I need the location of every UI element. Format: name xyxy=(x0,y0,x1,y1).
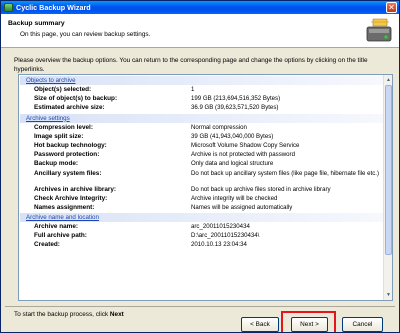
row-label: Created: xyxy=(34,241,60,249)
row-value: Only data and logical structure xyxy=(191,160,274,168)
summary-row: Compression level: Normal compression xyxy=(19,123,384,132)
row-label: Object(s) selected: xyxy=(34,86,92,93)
footer-text-prefix: To start the backup process, click xyxy=(14,311,110,318)
row-value: 1 xyxy=(191,86,195,93)
row-value: 36.9 GB (39,623,571,520 Bytes) xyxy=(191,104,279,112)
intro-text: Please overview the backup options. You … xyxy=(14,57,368,73)
row-label: Full archive path: xyxy=(34,232,87,240)
wizard-header: Backup summary On this page, you can rev… xyxy=(1,14,399,48)
row-label: Estimated archive size: xyxy=(34,104,105,112)
scroll-down-icon[interactable]: ▼ xyxy=(385,291,392,299)
backup-drive-icon xyxy=(366,18,392,42)
summary-row: Names assignment: Names will be assigned … xyxy=(19,203,384,212)
app-icon xyxy=(4,3,13,12)
row-value: 2010.10.13 23:04:34 xyxy=(191,241,247,249)
summary-list[interactable]: Objects to archive Object(s) selected: 1 Si… xyxy=(18,74,393,301)
summary-row: Check Archive Integrity: Archive integrit… xyxy=(19,194,384,203)
row-value: Names will be assigned automatically xyxy=(191,203,293,211)
section-title[interactable]: Archive settings xyxy=(26,115,70,122)
summary-row: Archive name: arc_20011015230434 xyxy=(19,222,384,231)
row-label: Compression level: xyxy=(34,123,93,131)
window-title: Cyclic Backup Wizard xyxy=(16,3,91,12)
summary-content: Objects to archive Object(s) selected: 1 Si… xyxy=(19,75,384,250)
row-label: Archives in archive library: xyxy=(34,185,117,193)
summary-row: Full archive path: D:\arc_20011015230434\ xyxy=(19,231,384,240)
page-subtitle: On this page, you can review backup sett… xyxy=(20,31,151,38)
summary-row: Size of object(s) to backup: 199 GB (213,… xyxy=(19,94,384,103)
wizard-window: Cyclic Backup Wizard ✕ Backup summary On… xyxy=(0,0,400,333)
next-button-highlight xyxy=(281,311,336,332)
row-value: Normal compression xyxy=(191,123,247,131)
row-value: arc_20011015230434 xyxy=(191,223,250,231)
summary-row: Archives in archive library: Do not back … xyxy=(19,185,384,194)
summary-row: Backup mode: Only data and logical struct… xyxy=(19,159,384,168)
summary-row: Created: 2010.10.13 23:04:34 xyxy=(19,240,384,249)
row-value: 39 GB (41,943,040,000 Bytes) xyxy=(191,132,274,140)
vertical-scrollbar[interactable]: ▲ ▼ xyxy=(383,75,392,300)
row-value: Do not back up archive files stored in a… xyxy=(191,185,331,193)
row-label: Check Archive Integrity: xyxy=(34,194,108,202)
row-label: Names assignment: xyxy=(34,203,95,211)
section-header-link[interactable]: Archive settings xyxy=(20,113,383,123)
row-label: Password protection: xyxy=(34,151,100,159)
summary-row: Password protection: Archive is not prote… xyxy=(19,150,384,159)
row-label: Ancillary system files: xyxy=(34,169,102,177)
back-button[interactable]: < Back xyxy=(241,317,279,332)
footer-instruction: To start the backup process, click Next xyxy=(14,311,124,318)
summary-row: Ancillary system files: Do not back up an… xyxy=(19,169,384,185)
row-value: 199 GB (213,694,516,352 Bytes) xyxy=(191,95,281,103)
scroll-up-icon[interactable]: ▲ xyxy=(385,76,392,84)
summary-row: Object(s) selected: 1 xyxy=(19,85,384,94)
row-value: Do not back up ancillary system files (l… xyxy=(191,169,379,177)
section-header-link[interactable]: Objects to archive xyxy=(20,76,383,85)
row-label: Image split size: xyxy=(34,132,84,140)
row-label: Archive name: xyxy=(34,223,79,231)
summary-row: Estimated archive size: 36.9 GB (39,623,5… xyxy=(19,103,384,112)
page-title: Backup summary xyxy=(8,20,65,27)
section-header-link[interactable]: Archive name and location xyxy=(20,213,383,223)
row-value: Microsoft Volume Shadow Copy Service xyxy=(191,141,300,149)
row-value: Archive integrity will be checked xyxy=(191,194,278,202)
row-label: Size of object(s) to backup: xyxy=(34,95,118,103)
scroll-thumb[interactable] xyxy=(385,85,392,255)
footer-text-next: Next xyxy=(109,311,124,318)
row-value: D:\arc_20011015230434\ xyxy=(191,232,260,240)
close-button[interactable]: ✕ xyxy=(386,2,397,13)
section-title[interactable]: Objects to archive xyxy=(26,77,76,84)
summary-row: Image split size: 39 GB (41,943,040,000 B… xyxy=(19,132,384,141)
row-value: Archive is not protected with password xyxy=(191,151,295,159)
section-title[interactable]: Archive name and location xyxy=(26,214,99,221)
row-label: Hot backup technology: xyxy=(34,141,107,149)
summary-row: Hot backup technology: Microsoft Volume S… xyxy=(19,141,384,150)
footer-divider xyxy=(5,306,395,307)
cancel-button[interactable]: Cancel xyxy=(342,317,383,332)
row-label: Backup mode: xyxy=(34,160,79,168)
title-bar[interactable]: Cyclic Backup Wizard ✕ xyxy=(1,1,399,14)
